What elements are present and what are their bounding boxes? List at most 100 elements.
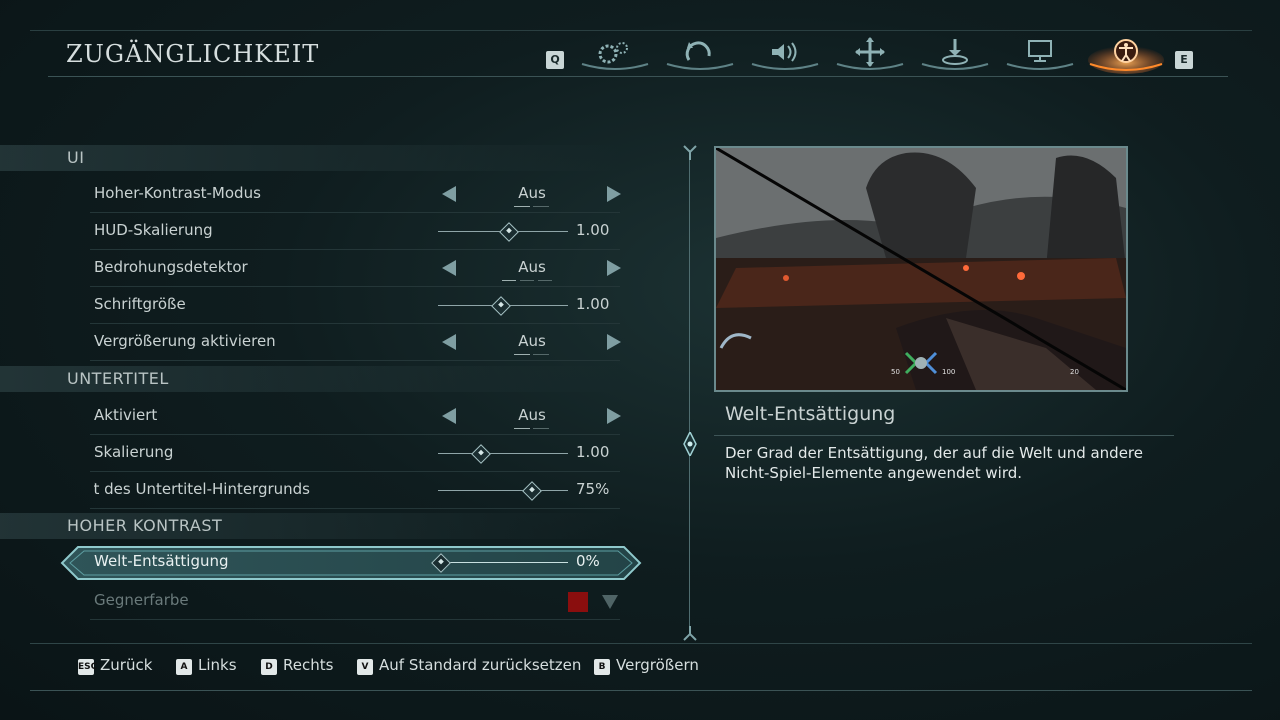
right-arrow-icon[interactable]	[607, 334, 621, 350]
right-arrow-icon[interactable]	[607, 186, 621, 202]
left-arrow-icon[interactable]	[442, 334, 456, 350]
next-tab-key[interactable]: E	[1175, 51, 1193, 69]
option-indicator-active	[514, 428, 530, 429]
page-title: ZUGÄNGLICHKEIT	[66, 40, 320, 68]
setting-label: Schriftgröße	[94, 295, 186, 313]
tab-gameplay[interactable]	[578, 34, 652, 74]
enemy-color-swatch	[568, 592, 588, 612]
row-subtitle-scaling[interactable]: Skalierung 1.00	[90, 437, 620, 472]
footer-divider	[30, 643, 1252, 644]
row-subtitle-bg-opacity[interactable]: Deckkraft des Untertitel-Hintergrunds 75…	[90, 474, 620, 509]
monitor-icon	[1006, 40, 1074, 70]
a-key-icon: A	[176, 659, 192, 675]
setting-label: Deckkraft des Untertitel-Hintergrunds	[94, 480, 310, 498]
tab-movement[interactable]	[833, 34, 907, 74]
preview-scene: 50 100 20	[716, 148, 1126, 390]
b-key-icon: B	[594, 659, 610, 675]
option-indicator-active	[514, 206, 530, 207]
dropdown-arrow-icon	[602, 595, 618, 609]
option-indicator	[533, 206, 549, 207]
option-value: Aus	[518, 406, 546, 424]
option-indicator-active	[514, 354, 530, 355]
divider-bottom-ornament	[683, 626, 697, 641]
footer-magnify[interactable]: B Vergrößern	[594, 656, 699, 675]
footer-right[interactable]: D Rechts	[261, 656, 333, 675]
row-threat-detector[interactable]: Bedrohungsdetektor Aus	[90, 252, 621, 287]
tab-controls[interactable]	[663, 34, 737, 74]
left-arrow-icon[interactable]	[442, 260, 456, 276]
panel-divider	[689, 150, 690, 634]
bottom-border	[30, 690, 1252, 691]
option-indicator-active	[502, 280, 516, 281]
slider-track[interactable]	[438, 490, 568, 491]
option-indicator	[538, 280, 552, 281]
section-subtitles-label: UNTERTITEL	[67, 369, 169, 388]
right-arrow-icon[interactable]	[607, 260, 621, 276]
setting-preview-image: 50 100 20	[714, 146, 1128, 392]
v-key-icon: V	[357, 659, 373, 675]
row-hud-scaling[interactable]: HUD-Skalierung 1.00	[90, 215, 620, 250]
footer-label: Auf Standard zurücksetzen	[379, 656, 582, 674]
tab-download[interactable]	[918, 34, 992, 74]
prev-tab-key[interactable]: Q	[546, 51, 564, 69]
slider-knob[interactable]	[499, 222, 519, 242]
setting-label: Hoher-Kontrast-Modus	[94, 184, 261, 202]
slider-value: 1.00	[576, 443, 610, 461]
slider-track[interactable]	[438, 453, 568, 454]
slider-knob[interactable]	[491, 296, 511, 316]
setting-label: HUD-Skalierung	[94, 221, 213, 239]
row-enable-magnification[interactable]: Vergrößerung aktivieren Aus	[90, 326, 621, 361]
row-subtitles-enabled[interactable]: Aktiviert Aus	[90, 400, 621, 435]
slider-track[interactable]	[438, 562, 568, 563]
slider-knob[interactable]	[471, 444, 491, 464]
footer-label: Zurück	[100, 656, 153, 674]
setting-label: Bedrohungsdetektor	[94, 258, 248, 276]
controller-rotate-icon	[666, 41, 734, 70]
detail-description: Der Grad der Entsättigung, der auf die W…	[725, 444, 1144, 482]
header-divider	[48, 76, 1228, 77]
esc-key-icon: ESC	[78, 659, 97, 675]
left-arrow-icon[interactable]	[442, 186, 456, 202]
slider-knob[interactable]	[431, 553, 451, 573]
footer-back[interactable]: ESC Zurück	[78, 656, 152, 675]
slider-knob[interactable]	[522, 481, 542, 501]
detail-divider	[714, 435, 1174, 436]
tab-accessibility[interactable]	[1086, 34, 1166, 74]
tab-display[interactable]	[1003, 34, 1077, 74]
slider-value: 75%	[576, 480, 610, 498]
setting-label: Gegnerfarbe	[94, 591, 189, 609]
hud-ammo-value: 20	[1070, 368, 1079, 376]
row-high-contrast-mode[interactable]: Hoher-Kontrast-Modus Aus	[90, 178, 621, 213]
download-icon	[921, 39, 989, 70]
section-ui: UI	[0, 145, 620, 171]
gears-icon	[581, 42, 649, 70]
slider-value: 0%	[576, 552, 600, 570]
divider-top-ornament	[683, 145, 697, 160]
footer-left[interactable]: A Links	[176, 656, 237, 675]
option-indicator	[520, 280, 534, 281]
accessibility-icon	[1088, 39, 1164, 74]
setting-label: Skalierung	[94, 443, 174, 461]
right-arrow-icon[interactable]	[607, 408, 621, 424]
row-enemy-color: Gegnerfarbe	[90, 585, 620, 620]
row-font-size[interactable]: Schriftgröße 1.00	[90, 289, 620, 324]
hud-shield-value: 100	[942, 368, 955, 376]
section-subtitles: UNTERTITEL	[0, 366, 620, 392]
left-arrow-icon[interactable]	[442, 408, 456, 424]
footer-reset-defaults[interactable]: V Auf Standard zurücksetzen	[357, 656, 581, 675]
setting-label: Welt-Entsättigung	[94, 552, 229, 570]
option-value: Aus	[518, 184, 546, 202]
section-high-contrast: HOHER KONTRAST	[0, 513, 620, 539]
detail-title: Welt-Entsättigung	[725, 403, 896, 425]
option-indicator	[533, 354, 549, 355]
move-cross-icon	[836, 37, 904, 70]
footer-label: Vergrößern	[616, 656, 699, 674]
footer-label: Rechts	[283, 656, 334, 674]
tab-audio[interactable]	[748, 34, 822, 74]
speaker-icon	[751, 42, 819, 70]
divider-center-ornament	[683, 432, 697, 456]
row-world-desaturation[interactable]: Welt-Entsättigung 0%	[90, 546, 620, 580]
section-ui-label: UI	[67, 148, 85, 167]
section-high-contrast-label: HOHER KONTRAST	[67, 516, 223, 535]
option-indicator	[533, 428, 549, 429]
